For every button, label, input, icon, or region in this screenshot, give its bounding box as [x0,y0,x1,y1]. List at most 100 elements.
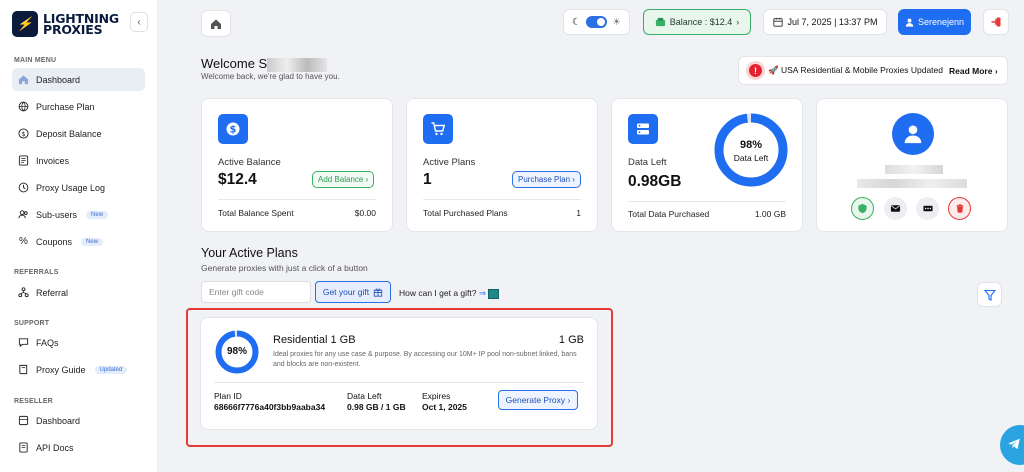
redacted-username [885,165,943,174]
sidebar-item-dashboard[interactable]: Dashboard [12,68,145,91]
dollar-icon: $ [18,128,29,139]
cart-icon [423,114,453,144]
divider [628,201,786,202]
user-menu-button[interactable]: Serenejenn [898,9,971,35]
read-more-link[interactable]: Read More › [949,66,998,76]
ring-caption: Data Left [733,153,769,163]
updated-badge: Updated [94,365,128,374]
plan-expires-label: Expires [422,391,451,401]
sidebar-item-api-docs[interactable]: API Docs [12,436,145,459]
home-icon [211,19,221,29]
server-icon [628,114,658,144]
chat-icon [18,337,29,348]
sidebar-item-label: API Docs [36,442,74,453]
active-plans-card: Active Plans 1 Purchase Plan › Total Pur… [406,98,598,232]
sidebar-item-label: Proxy Usage Log [36,182,106,193]
divider [214,382,584,383]
percent-icon: % [19,236,28,247]
generate-proxy-button[interactable]: Generate Proxy › [498,390,578,410]
network-icon [18,287,29,298]
gift-help-link[interactable]: How can I get a gift? ⇒ [399,288,500,299]
verified-shield-button[interactable] [851,197,874,220]
logout-icon [991,17,1001,27]
welcome-title: Welcome S [201,56,328,72]
brand-logo[interactable]: ⚡ LIGHTNING PROXIES [12,11,119,37]
filter-button[interactable] [977,282,1002,307]
wallet-icon [655,17,665,26]
total-balance-spent-label: Total Balance Spent [218,208,294,218]
total-purchased-plans-value: 1 [576,208,581,218]
chevron-left-icon[interactable]: ‹ [130,12,148,32]
plan-size: 1 GB [558,334,584,346]
sidebar-item-referral[interactable]: Referral [12,281,145,304]
plan-data-left-value: 0.98 GB / 1 GB [347,402,406,412]
balance-button[interactable]: Balance : $12.4 › [643,9,751,35]
doc-icon [18,442,29,453]
section-main-menu: MAIN MENU [14,57,57,64]
shield-icon [858,203,867,214]
theme-switch[interactable] [586,16,607,28]
get-gift-label: Get your gift [322,287,370,297]
profile-card [816,98,1008,232]
total-data-purchased-label: Total Data Purchased [628,209,710,219]
sidebar-item-label: Purchase Plan [36,101,95,112]
sidebar-item-label: Coupons [36,236,73,247]
balance-label: Balance : $12.4 [669,17,733,27]
get-gift-button[interactable]: Get your gift [315,281,391,303]
data-left-label: Data Left [628,157,667,168]
book-icon [18,364,29,375]
teacher-board-icon [488,288,500,299]
total-balance-spent-value: $0.00 [354,208,376,218]
sidebar-item-proxy-guide[interactable]: Proxy Guide Updated [12,358,145,381]
username: Serenejenn [917,17,965,27]
purchase-plan-button[interactable]: Purchase Plan › [512,171,581,188]
section-referrals: REFERRALS [14,269,59,276]
data-left-card: Data Left 0.98GB 98% Data Left Total Dat… [611,98,803,232]
add-balance-button[interactable]: Add Balance › [312,171,375,188]
delete-account-button[interactable] [948,197,971,220]
dollar-icon: $ [218,114,248,144]
gift-icon [373,288,383,297]
new-badge: New [81,237,104,246]
clock-icon [18,182,29,193]
news-banner[interactable]: ! 🚀 USA Residential & Mobile Proxies Upd… [738,56,1008,85]
data-left-value: 0.98GB [628,173,682,190]
sidebar-item-reseller-dashboard[interactable]: Dashboard [12,409,145,432]
datetime-display: Jul 7, 2025 | 13:37 PM [763,9,887,35]
gift-code-placeholder: Enter gift code [209,287,264,297]
ring-percent: 98% [739,139,763,151]
sidebar-item-coupons[interactable]: % Coupons New [12,230,145,253]
telegram-chat-button[interactable] [1000,425,1024,465]
sidebar-item-invoices[interactable]: Invoices [12,149,145,172]
lightning-logo-icon: ⚡ [12,11,38,37]
section-reseller: RESELLER [14,398,53,405]
sidebar-item-label: Invoices [36,155,70,166]
trash-icon [956,204,963,213]
filter-icon [983,289,996,301]
add-balance-label: Add Balance [318,175,364,184]
gift-help-label: How can I get a gift? [399,288,477,298]
logout-button[interactable] [983,9,1009,35]
calendar-icon [772,17,783,27]
sidebar-item-sub-users[interactable]: Sub-users New [12,203,145,226]
active-balance-label: Active Balance [218,157,281,168]
gift-code-input[interactable]: Enter gift code [201,281,311,303]
plan-ring-percent: 98% [226,346,247,357]
mail-icon [890,205,901,212]
moon-icon: ☾ [572,16,581,28]
home-button[interactable] [201,10,231,37]
avatar [892,113,934,155]
sidebar-item-faqs[interactable]: FAQs [12,331,145,354]
email-button[interactable] [884,197,907,220]
read-more-label: Read More [949,65,993,76]
plan-expires-value: Oct 1, 2025 [422,402,467,412]
sidebar-item-proxy-usage-log[interactable]: Proxy Usage Log [12,176,145,199]
welcome-subtitle: Welcome back, we're glad to have you. [201,72,340,81]
active-balance-card: $ Active Balance $12.4 Add Balance › Tot… [201,98,393,232]
password-button[interactable] [916,197,939,220]
sidebar-item-label: FAQs [36,337,59,348]
theme-toggle[interactable]: ☾ ☀ [563,9,630,35]
sidebar-item-purchase-plan[interactable]: Purchase Plan [12,95,145,118]
sidebar-item-deposit-balance[interactable]: $ Deposit Balance [12,122,145,145]
datetime-text: Jul 7, 2025 | 13:37 PM [787,17,878,27]
